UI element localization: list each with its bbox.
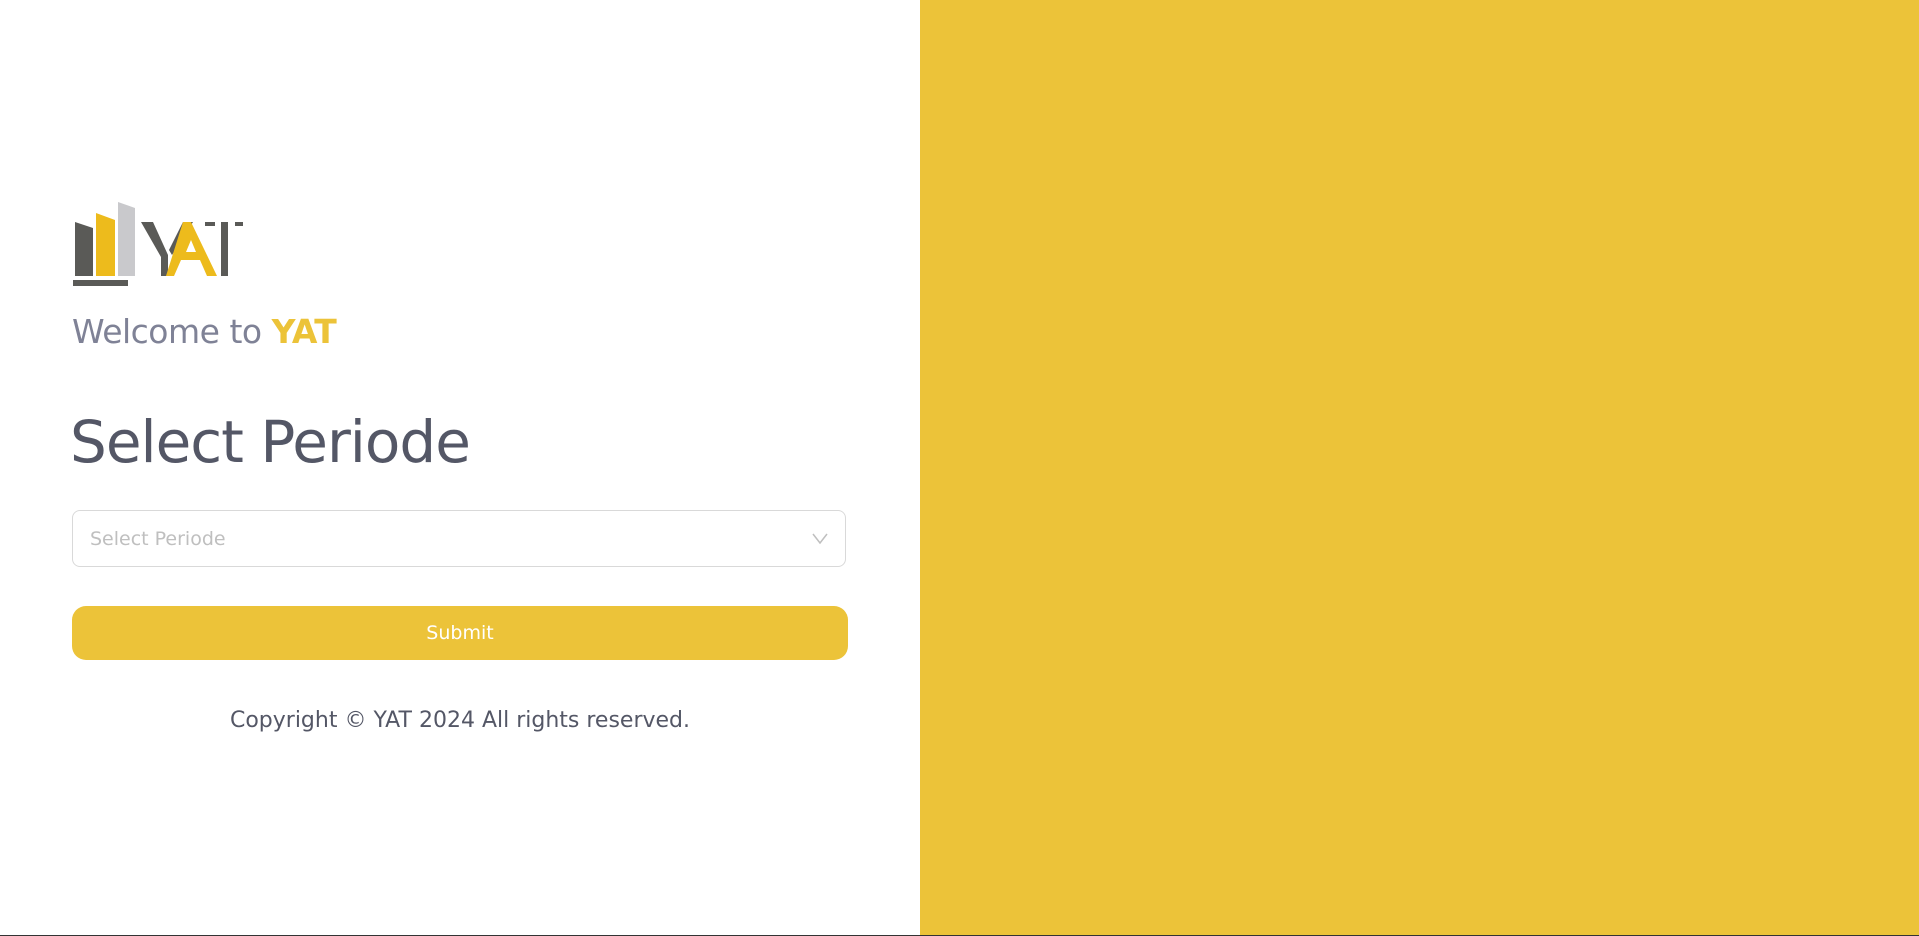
welcome-heading: Welcome to YAT: [72, 312, 337, 351]
periode-select[interactable]: Select Periode: [72, 510, 846, 567]
yat-logo: [73, 202, 243, 286]
welcome-brand: YAT: [271, 312, 337, 351]
page: Welcome to YAT Select Periode Select Per…: [0, 0, 1919, 936]
periode-select-placeholder: Select Periode: [90, 528, 226, 550]
decorative-panel: [920, 0, 1919, 935]
submit-button[interactable]: Submit: [72, 606, 848, 660]
welcome-prefix: Welcome to: [72, 312, 262, 351]
page-title: Select Periode: [70, 408, 471, 476]
copyright-text: Copyright © YAT 2024 All rights reserved…: [229, 708, 691, 733]
chevron-down-icon: [812, 533, 828, 545]
login-panel: Welcome to YAT Select Periode Select Per…: [0, 0, 920, 935]
